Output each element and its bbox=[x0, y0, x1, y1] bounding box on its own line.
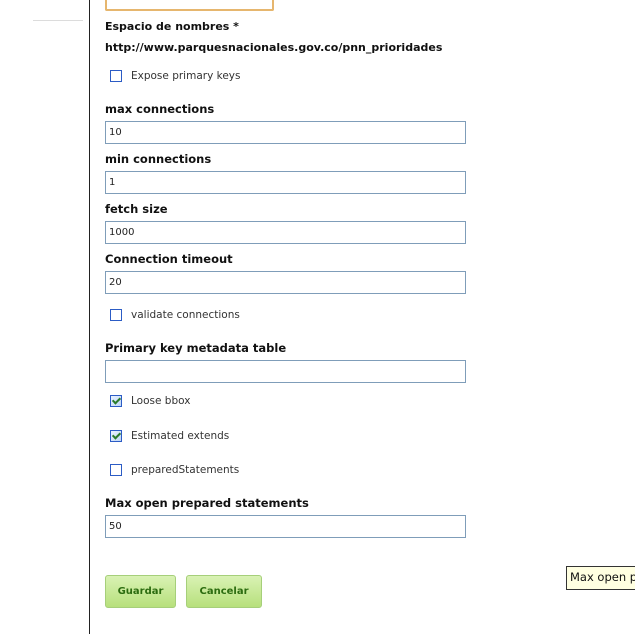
expose-primary-keys-label: Expose primary keys bbox=[131, 70, 241, 82]
prepared-statements-checkbox[interactable] bbox=[110, 464, 122, 476]
max-open-prepared-statements-label: Max open prepared statements bbox=[105, 496, 309, 510]
cancel-button[interactable]: Cancelar bbox=[186, 575, 262, 608]
fetch-size-label: fetch size bbox=[105, 202, 168, 216]
panel-border bbox=[89, 0, 90, 634]
estimated-extends-row[interactable]: Estimated extends bbox=[110, 429, 229, 443]
prepared-statements-row[interactable]: preparedStatements bbox=[110, 463, 239, 477]
pk-metadata-table-label: Primary key metadata table bbox=[105, 341, 287, 355]
max-open-prepared-statements-input[interactable]: 50 bbox=[105, 515, 466, 538]
loose-bbox-label: Loose bbox bbox=[131, 395, 191, 407]
pk-metadata-table-input[interactable] bbox=[105, 360, 466, 383]
expose-primary-keys-row[interactable]: Expose primary keys bbox=[110, 69, 241, 83]
save-button[interactable]: Guardar bbox=[105, 575, 176, 608]
min-connections-input[interactable]: 1 bbox=[105, 171, 466, 194]
namespace-value: http://www.parquesnacionales.gov.co/pnn_… bbox=[105, 41, 443, 54]
expose-primary-keys-checkbox[interactable] bbox=[110, 70, 122, 82]
connection-timeout-input[interactable]: 20 bbox=[105, 271, 466, 294]
previous-field-bottom[interactable] bbox=[105, 0, 274, 11]
tooltip: Max open prepared statements bbox=[566, 566, 635, 590]
loose-bbox-row[interactable]: Loose bbox bbox=[110, 394, 190, 408]
fetch-size-input[interactable]: 1000 bbox=[105, 221, 466, 244]
min-connections-label: min connections bbox=[105, 152, 212, 166]
estimated-extends-label: Estimated extends bbox=[131, 430, 230, 442]
estimated-extends-checkbox[interactable] bbox=[110, 430, 122, 442]
left-panel-divider bbox=[33, 20, 83, 21]
max-connections-label: max connections bbox=[105, 102, 215, 116]
prepared-statements-label: preparedStatements bbox=[131, 464, 240, 476]
loose-bbox-checkbox[interactable] bbox=[110, 395, 122, 407]
max-connections-input[interactable]: 10 bbox=[105, 121, 466, 144]
connection-timeout-label: Connection timeout bbox=[105, 252, 233, 266]
validate-connections-row[interactable]: validate connections bbox=[110, 308, 240, 322]
namespace-label: Espacio de nombres * bbox=[105, 20, 239, 33]
validate-connections-label: validate connections bbox=[131, 309, 240, 321]
validate-connections-checkbox[interactable] bbox=[110, 309, 122, 321]
